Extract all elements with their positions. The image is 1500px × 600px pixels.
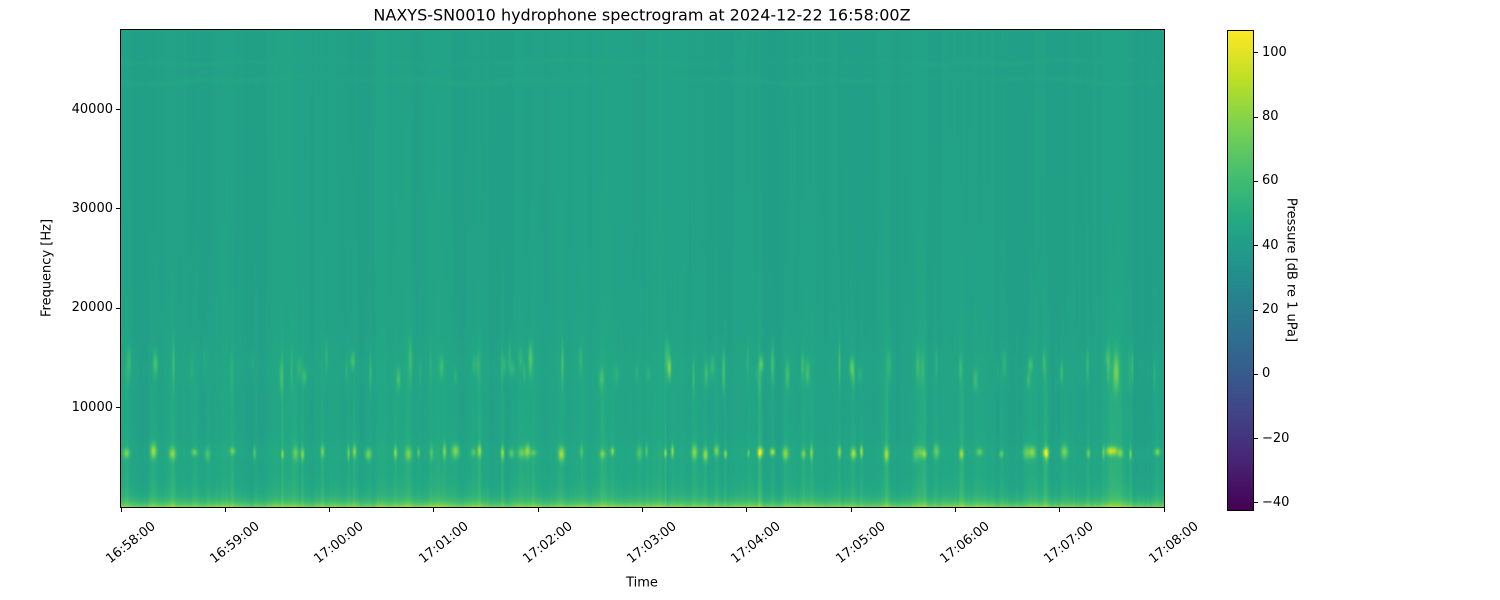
x-tick-mark — [1163, 508, 1165, 512]
x-tick-mark — [746, 508, 748, 512]
colorbar-tick-label: 60 — [1262, 173, 1279, 189]
x-tick-label: 16:59:00 — [207, 519, 263, 567]
y-tick-label: 40000 — [71, 101, 113, 117]
colorbar-label: Pressure [dB re 1 uPa] — [1283, 197, 1299, 343]
colorbar-tick-mark — [1254, 373, 1258, 375]
x-tick-label: 17:01:00 — [415, 519, 472, 567]
colorbar-tick-mark — [1254, 502, 1258, 504]
x-tick-label: 17:04:00 — [728, 519, 785, 567]
x-tick-label: 17:07:00 — [1041, 519, 1097, 567]
x-tick-mark — [537, 508, 539, 512]
spectrogram-figure: NAXYS-SN0010 hydrophone spectrogram at 2… — [0, 0, 1500, 600]
spectrogram-heatmap — [121, 30, 1164, 507]
plot-title: NAXYS-SN0010 hydrophone spectrogram at 2… — [373, 5, 911, 25]
x-axis-label: Time — [626, 575, 658, 591]
colorbar-tick-label: 40 — [1262, 237, 1279, 253]
colorbar-tick-mark — [1254, 52, 1258, 54]
colorbar-tick-mark — [1254, 180, 1258, 182]
y-tick-label: 30000 — [71, 200, 113, 216]
x-tick-mark — [224, 508, 226, 512]
colorbar-tick-label: 100 — [1262, 44, 1287, 60]
x-tick-label: 16:58:00 — [102, 519, 159, 567]
x-tick-label: 17:03:00 — [624, 519, 680, 567]
y-tick-mark — [116, 307, 120, 309]
colorbar-tick-mark — [1254, 245, 1258, 247]
x-tick-mark — [120, 508, 122, 512]
colorbar-tick-label: 20 — [1262, 302, 1279, 318]
y-tick-mark — [116, 407, 120, 409]
colorbar-tick-mark — [1254, 438, 1258, 440]
colorbar-tick-mark — [1254, 116, 1258, 118]
colorbar-tick-label: 80 — [1262, 109, 1279, 125]
y-tick-mark — [116, 109, 120, 110]
y-axis-label: Frequency [Hz] — [39, 218, 55, 318]
x-tick-label: 17:02:00 — [520, 519, 576, 567]
colorbar-tick-label: 0 — [1262, 366, 1271, 382]
y-tick-label: 20000 — [71, 300, 113, 316]
colorbar-tick-label: −20 — [1262, 430, 1290, 446]
x-tick-mark — [433, 508, 435, 512]
x-tick-label: 17:06:00 — [937, 519, 993, 567]
x-tick-mark — [954, 508, 956, 512]
colorbar-gradient — [1228, 31, 1253, 510]
colorbar-tick-label: −40 — [1262, 494, 1290, 510]
x-tick-label: 17:05:00 — [833, 519, 889, 567]
x-tick-mark — [642, 508, 643, 512]
y-tick-label: 10000 — [71, 399, 113, 415]
colorbar-tick-mark — [1254, 309, 1258, 311]
x-tick-mark — [329, 508, 331, 512]
y-tick-mark — [116, 208, 120, 210]
x-tick-mark — [1059, 508, 1061, 512]
x-tick-mark — [850, 508, 852, 512]
x-tick-label: 17:00:00 — [311, 519, 367, 567]
x-tick-label: 17:08:00 — [1145, 519, 1202, 567]
